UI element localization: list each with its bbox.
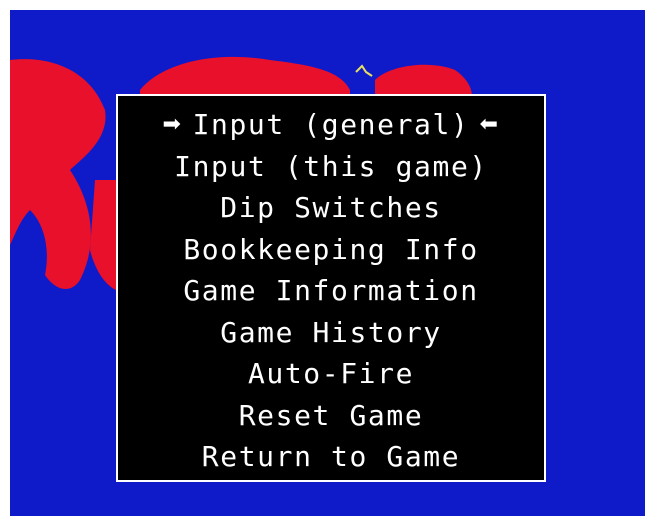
game-screen: ➡ Input (general) ⬅ Input (this game) Di…: [10, 10, 645, 516]
menu-item-return-to-game[interactable]: Return to Game: [118, 436, 544, 478]
menu-item-label: Reset Game: [238, 398, 424, 432]
logo-letter-left: [10, 59, 106, 290]
menu-item-label: Game Information: [183, 274, 479, 308]
menu-item-label: Game History: [220, 315, 442, 349]
menu-item-game-information[interactable]: Game Information: [118, 270, 544, 312]
menu-item-label: Return to Game: [201, 440, 461, 474]
logo-left-lower: [90, 180, 116, 290]
menu-item-reset-game[interactable]: Reset Game: [118, 395, 544, 437]
menu-item-game-history[interactable]: Game History: [118, 312, 544, 354]
menu-item-bookkeeping-info[interactable]: Bookkeeping Info: [118, 229, 544, 271]
main-menu: ➡ Input (general) ⬅ Input (this game) Di…: [116, 94, 546, 482]
menu-item-label: Bookkeeping Info: [183, 232, 479, 266]
menu-item-auto-fire[interactable]: Auto-Fire: [118, 353, 544, 395]
menu-item-label: Dip Switches: [220, 191, 442, 225]
yellow-spark: [355, 64, 373, 77]
menu-item-label: Input (this game): [174, 149, 488, 183]
right-arrow-icon: ➡: [162, 112, 183, 138]
left-arrow-icon: ⬅: [479, 112, 500, 138]
menu-item-label: Input (general): [192, 108, 470, 142]
menu-item-dip-switches[interactable]: Dip Switches: [118, 187, 544, 229]
menu-item-label: Auto-Fire: [247, 357, 415, 391]
menu-item-input-general[interactable]: ➡ Input (general) ⬅: [118, 104, 544, 146]
menu-item-input-this-game[interactable]: Input (this game): [118, 146, 544, 188]
